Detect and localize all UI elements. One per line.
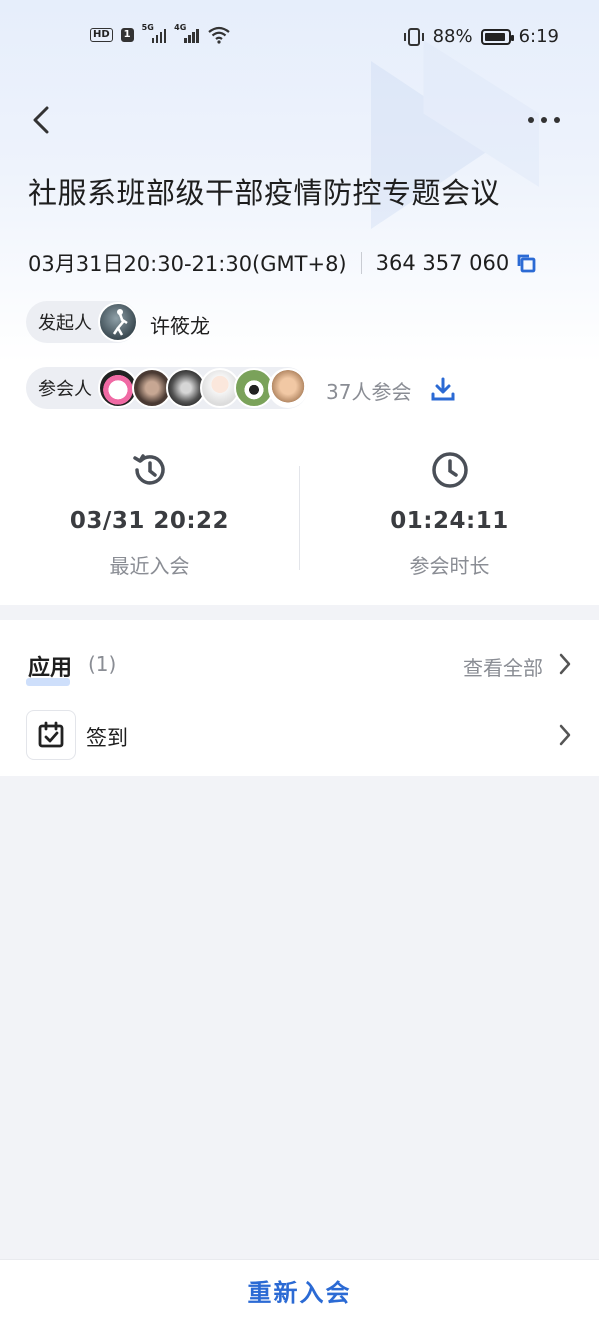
- duration-label: 参会时长: [409, 554, 490, 578]
- participant-count[interactable]: 37人参会: [326, 376, 411, 405]
- app-item-checkin[interactable]: 签到: [26, 710, 573, 760]
- history-icon: [132, 454, 165, 485]
- battery-percent: 88%: [432, 26, 473, 47]
- initiator-chip[interactable]: 发起人: [26, 301, 138, 343]
- meeting-meta: 03月31日20:30-21:30(GMT+8) 364 357 060: [28, 248, 537, 278]
- battery-icon: [480, 28, 514, 45]
- avatar: [268, 368, 308, 408]
- apps-count: (1): [88, 652, 117, 676]
- apps-section: 应用 (1) 查看全部 签到: [0, 620, 599, 776]
- last-join-stat: 03/31 20:22 最近入会: [0, 440, 299, 579]
- last-join-value: 03/31 20:22: [69, 508, 230, 534]
- signal-4g-icon: 4G: [174, 23, 199, 43]
- signal-5g-icon: 5G: [142, 23, 167, 43]
- meta-divider: [360, 252, 362, 274]
- meeting-id: 364 357 060: [375, 251, 510, 275]
- participants-label: 参会人: [38, 379, 92, 400]
- apps-title: 应用: [25, 650, 72, 686]
- copy-icon[interactable]: [515, 252, 537, 274]
- duration-value: 01:24:11: [390, 508, 509, 534]
- last-join-label: 最近入会: [109, 554, 190, 578]
- hd-indicator: HD: [90, 28, 113, 42]
- network-5g-label: 5G: [141, 23, 154, 32]
- bottom-bar: 重新入会: [0, 1259, 599, 1333]
- status-bar: HD 1 5G 4G 88% 6:19: [0, 22, 599, 56]
- participant-avatars: [98, 368, 308, 408]
- duration-stat: 01:24:11 参会时长: [300, 440, 599, 579]
- view-all-link[interactable]: 查看全部: [463, 652, 543, 681]
- initiator-label: 发起人: [38, 313, 92, 334]
- initiator-avatar: [98, 302, 138, 342]
- back-arrow-icon[interactable]: [24, 102, 60, 138]
- meeting-time: 03月31日20:30-21:30(GMT+8): [28, 252, 347, 276]
- clock: 6:19: [518, 26, 559, 47]
- vibrate-icon: [403, 27, 424, 46]
- chevron-right-icon[interactable]: [557, 723, 573, 747]
- more-options-icon[interactable]: [527, 110, 561, 130]
- network-4g-label: 4G: [174, 23, 187, 32]
- checkin-calendar-icon: [26, 710, 76, 760]
- chevron-right-icon[interactable]: [557, 652, 573, 676]
- download-icon[interactable]: [430, 376, 456, 402]
- meeting-title: 社服系班部级干部疫情防控专题会议: [28, 176, 501, 210]
- app-item-label: 签到: [86, 726, 128, 750]
- participants-chip[interactable]: 参会人: [26, 367, 308, 409]
- background-decoration: [371, 40, 539, 229]
- sim-indicator: 1: [120, 28, 134, 42]
- wifi-icon: [207, 26, 230, 44]
- clock-icon: [431, 452, 468, 488]
- rejoin-button[interactable]: 重新入会: [0, 1260, 599, 1320]
- meeting-stats: 03/31 20:22 最近入会 01:24:11 参会时长: [0, 440, 599, 580]
- initiator-name: 许筱龙: [150, 314, 210, 338]
